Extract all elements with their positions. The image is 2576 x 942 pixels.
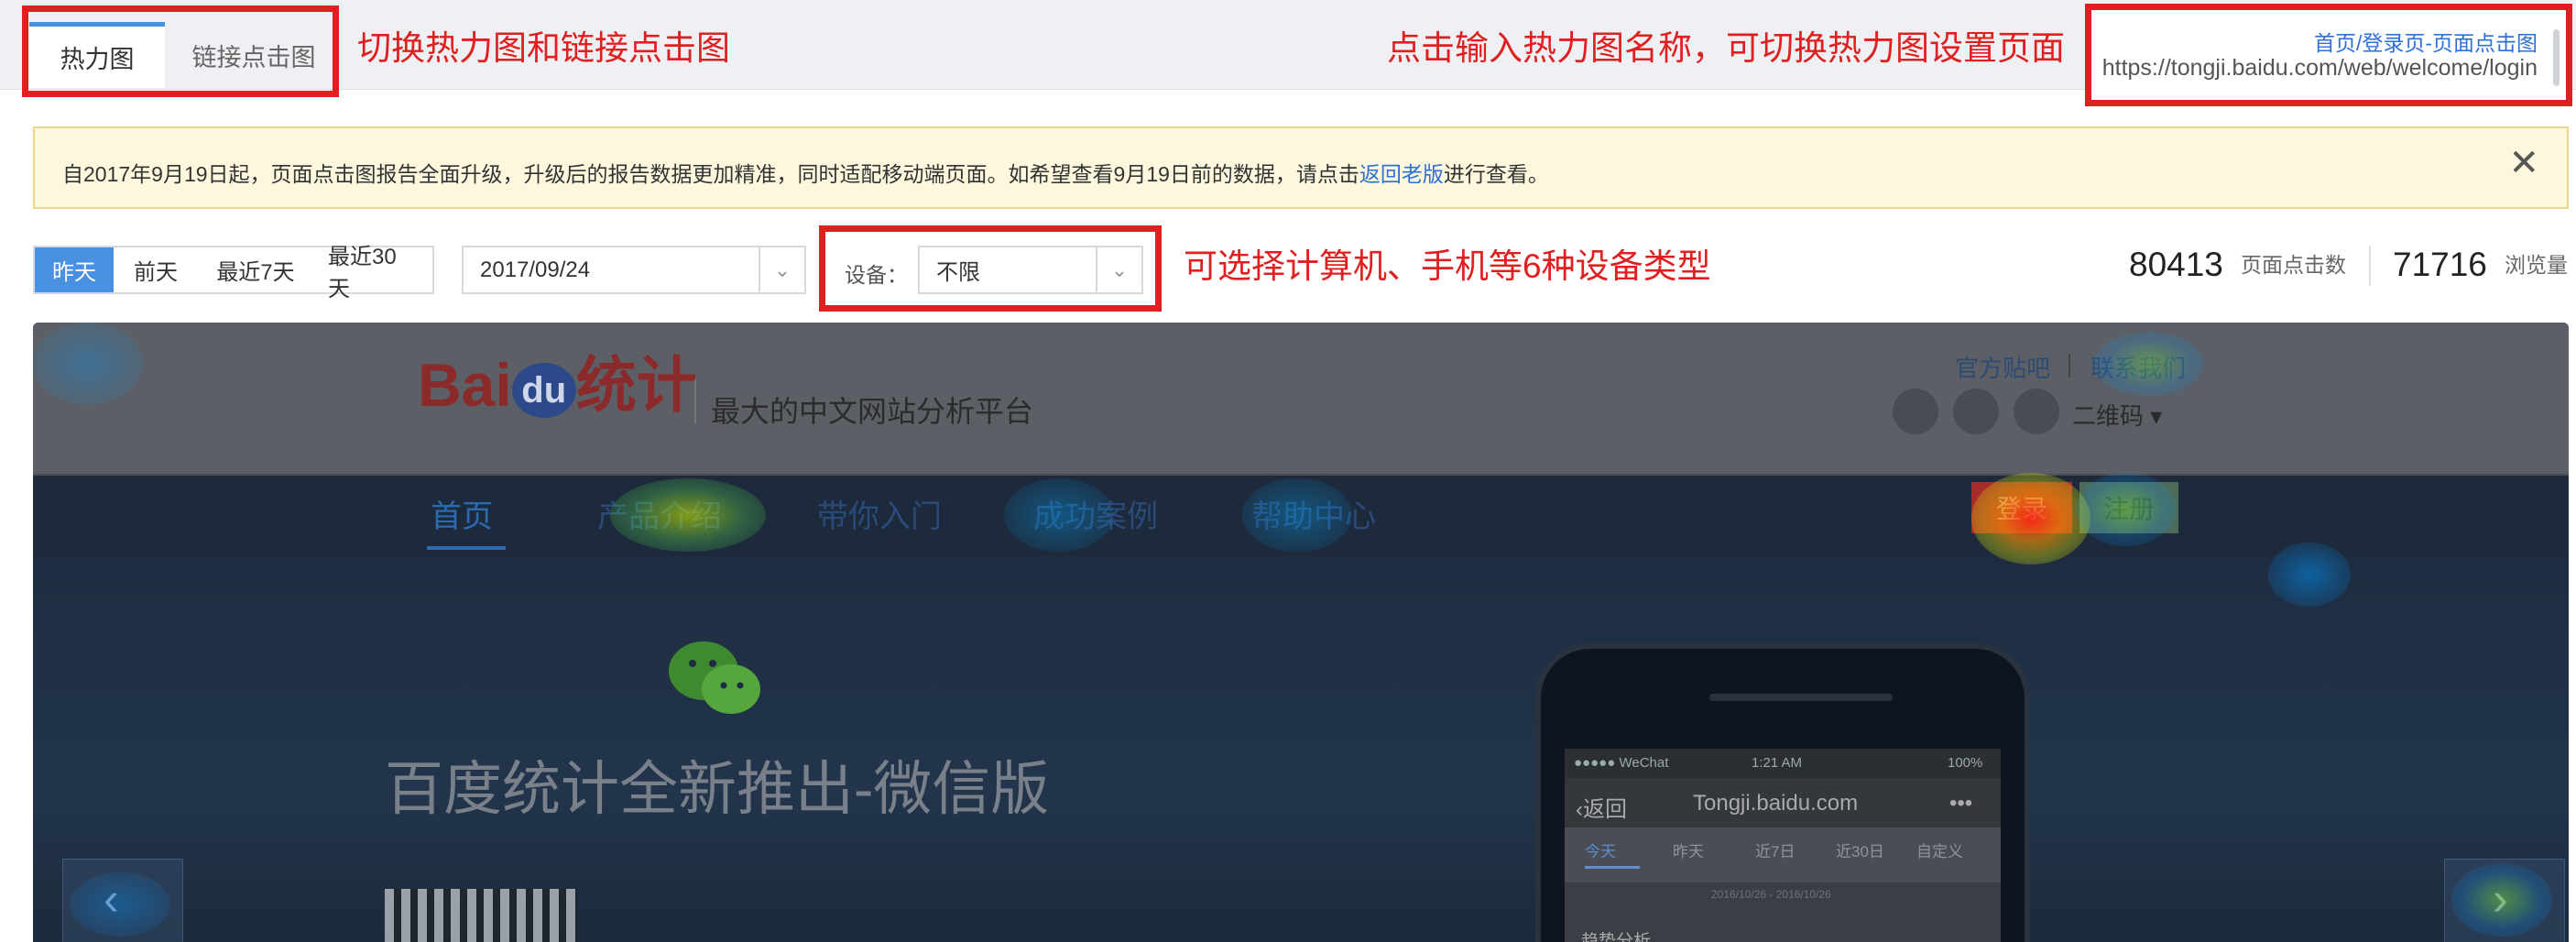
tabs-highlight-box	[22, 5, 339, 97]
page-selector-highlight-box	[2085, 4, 2572, 106]
wechat-icon[interactable]	[2014, 389, 2059, 434]
clicks-label: 页面点击数	[2241, 253, 2346, 277]
chevron-down-icon[interactable]: ⌄	[759, 247, 804, 292]
chevron-right-icon: ›	[2493, 873, 2508, 925]
menu-active-underline	[427, 546, 506, 550]
upgrade-notice: 自2017年9月19日起，页面点击图报告全面升级，升级后的报告数据更加精准，同时…	[33, 126, 2569, 209]
preview-headline: 百度统计全新推出-微信版	[385, 756, 1050, 822]
weibo-icon[interactable]	[1893, 389, 1938, 434]
tabs-annotation: 切换热力图和链接点击图	[357, 29, 730, 67]
phone-screen: ●●●●● WeChat 1:21 AM 100% ‹返回 Tongji.bai…	[1565, 749, 2001, 942]
site-slogan: 最大的中文网站分析平台	[711, 395, 1034, 428]
phone-more: •••	[1949, 791, 1973, 816]
range-button-30-days[interactable]: 最近30天	[313, 245, 432, 301]
qr-code-image	[385, 889, 577, 942]
views-value: 71716	[2393, 246, 2487, 283]
preview-menu-help[interactable]: 帮助中心	[1251, 491, 1376, 536]
baidu-tongji-logo: Bai du 统计	[418, 351, 697, 419]
phone-tabs: 今天 昨天 近7日 近30日 自定义	[1565, 827, 2001, 882]
logo-separator	[694, 379, 696, 423]
chevron-left-icon: ‹	[104, 873, 119, 925]
chevron-down-icon: ▾	[2150, 402, 2163, 430]
phone-battery: 100%	[1948, 755, 1983, 771]
preview-menu-home[interactable]: 首页	[431, 491, 493, 536]
phone-status-bar: ●●●●● WeChat 1:21 AM 100%	[1565, 749, 2001, 778]
phone-speaker	[1709, 694, 1893, 701]
views-label: 浏览量	[2505, 253, 2568, 277]
heatmap-preview[interactable]: Bai du 统计 最大的中文网站分析平台 官方贴吧 联系我们 二维码 ▾ 首页 产…	[33, 323, 2569, 942]
carousel-prev-button[interactable]: ‹	[62, 859, 183, 942]
date-select-value: 2017/09/24	[480, 257, 591, 282]
phone-site-title: Tongji.baidu.com	[1693, 791, 1859, 816]
phone-time: 1:21 AM	[1752, 755, 1803, 771]
date-range-buttons: 昨天 前天 最近7天 最近30天	[33, 245, 434, 301]
range-button-7-days[interactable]: 最近7天	[198, 247, 313, 292]
phone-tab-underline	[1585, 866, 1640, 869]
range-button-day-before[interactable]: 前天	[114, 247, 198, 292]
qq-icon[interactable]	[1953, 389, 1999, 434]
notice-text-before: 自2017年9月19日起，页面点击图报告全面升级，升级后的报告数据更加精准，同时…	[62, 162, 1359, 186]
preview-link-forum[interactable]: 官方贴吧	[1955, 350, 2050, 384]
notice-text: 自2017年9月19日起，页面点击图报告全面升级，升级后的报告数据更加精准，同时…	[62, 157, 1549, 188]
carousel-next-button[interactable]: ›	[2444, 859, 2565, 942]
preview-nav-divider	[33, 474, 2569, 476]
stats-divider	[2369, 246, 2371, 286]
preview-menu-products[interactable]: 产品介绍	[597, 491, 722, 536]
notice-old-version-link[interactable]: 返回老版	[1359, 162, 1444, 186]
preview-menu-getting-started[interactable]: 带你入门	[817, 491, 942, 536]
phone-trend-title: 趋势分析	[1581, 932, 1652, 942]
phone-carrier: ●●●●● WeChat	[1574, 755, 1669, 771]
notice-text-after: 进行查看。	[1443, 162, 1549, 186]
range-button-yesterday[interactable]: 昨天	[35, 247, 114, 292]
clicks-value: 80413	[2129, 246, 2223, 283]
preview-menu-cases[interactable]: 成功案例	[1033, 491, 1158, 536]
phone-back: ‹返回	[1576, 797, 1627, 822]
preview-register-button[interactable]: 注册	[2079, 482, 2178, 533]
preview-site-header	[33, 323, 2569, 474]
preview-link-contact[interactable]: 联系我们	[2090, 350, 2186, 384]
phone-tab: 近7日	[1755, 843, 1796, 860]
close-icon[interactable]: ✕	[2508, 145, 2539, 181]
phone-nav-bar: ‹返回 Tongji.baidu.com •••	[1565, 778, 2001, 827]
page-selector-annotation: 点击输入热力图名称，可切换热力图设置页面	[1387, 29, 2065, 67]
device-annotation: 可选择计算机、手机等6种设备类型	[1184, 247, 1711, 285]
wechat-logo-icon	[669, 641, 760, 714]
phone-tab: 近30日	[1836, 843, 1884, 860]
preview-login-button[interactable]: 登录	[1971, 482, 2072, 533]
device-highlight-box	[819, 225, 1162, 312]
toplink-separator	[2068, 354, 2070, 378]
phone-date-range: 2016/10/26 - 2016/10/26	[1711, 888, 1831, 901]
date-select[interactable]: 2017/09/24 ⌄	[462, 246, 806, 294]
phone-tab: 昨天	[1673, 843, 1704, 860]
chevron-left-icon: ‹	[1576, 797, 1583, 822]
phone-tab: 今天	[1585, 843, 1616, 860]
phone-tab: 自定义	[1916, 843, 1963, 860]
qr-code-menu[interactable]: 二维码 ▾	[2072, 398, 2162, 432]
